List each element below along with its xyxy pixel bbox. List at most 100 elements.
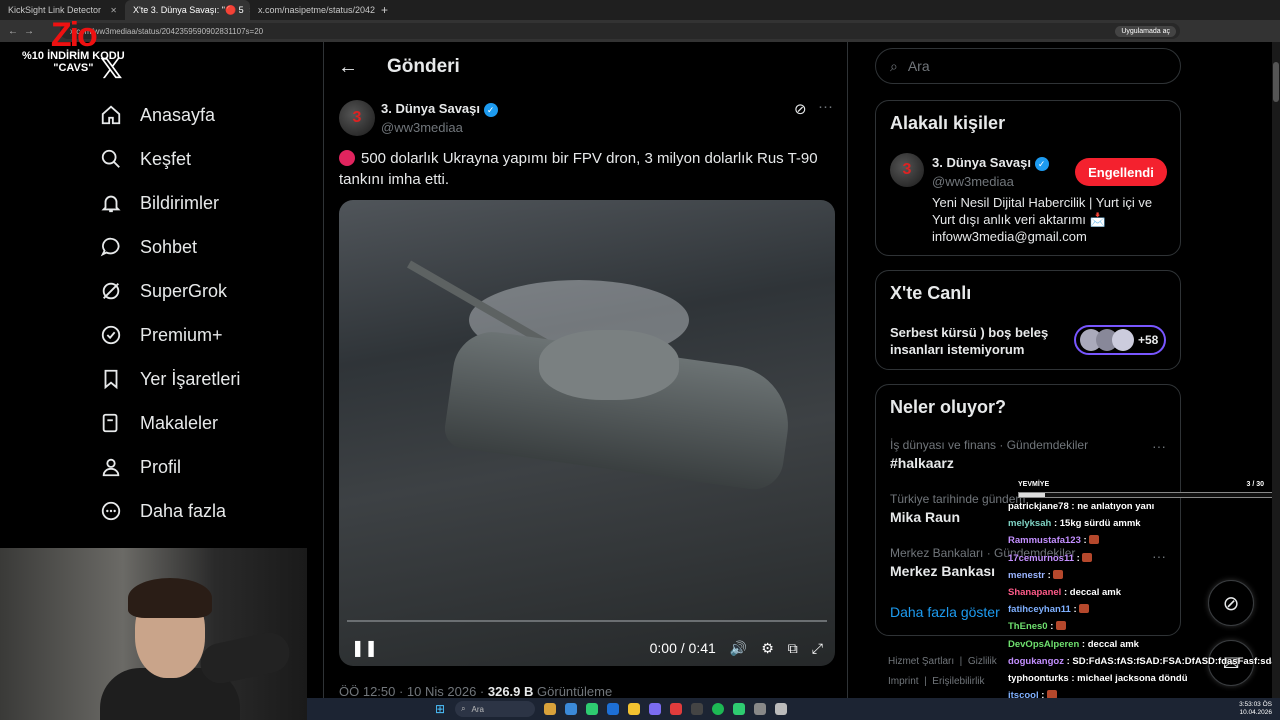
stream-sponsor-logo: Zio %10 İNDİRİM KODU "CAVS" <box>22 16 125 74</box>
chat-emote-icon <box>1082 552 1093 562</box>
more-options-icon[interactable]: ··· <box>818 98 833 115</box>
articles-icon <box>100 412 122 434</box>
author-handle[interactable]: @ww3mediaa <box>381 120 463 135</box>
nav-articles[interactable]: Makaleler <box>100 412 218 434</box>
trend-item[interactable]: #halkaarz <box>890 455 954 471</box>
edge-icon[interactable] <box>607 703 620 715</box>
home-icon <box>100 104 122 126</box>
nav-chat[interactable]: Sohbet <box>100 236 197 258</box>
red-circle-icon <box>339 150 355 166</box>
volume-icon[interactable]: 🔊 <box>730 640 747 657</box>
verified-badge-icon: ✓ <box>483 102 498 117</box>
chat-message: Shanapanel : deccal amk <box>1008 587 1122 598</box>
app-icon[interactable] <box>670 703 683 715</box>
video-progress-bar[interactable] <box>347 620 827 622</box>
chat-message: DevOpsAlperen : deccal amk <box>1008 638 1139 650</box>
search-icon <box>100 148 122 170</box>
browser-tab-active[interactable]: X'te 3. Dünya Savaşı: "🔴 5✕ <box>125 0 250 20</box>
nav-notifications[interactable]: Bildirimler <box>100 192 219 214</box>
chat-emote-icon <box>1089 535 1100 545</box>
open-in-app-button[interactable]: Uygulamada aç <box>1115 25 1176 37</box>
person-icon <box>100 456 122 478</box>
related-name[interactable]: 3. Dünya Savaşı ✓ <box>932 155 1049 171</box>
terms-link[interactable]: Hizmet Şartları <box>888 656 954 667</box>
chat-message: patrickjane78 : ne anlatıyon yanı <box>1008 501 1155 512</box>
nav-more[interactable]: Daha fazla <box>100 500 226 522</box>
app-icon[interactable] <box>733 703 746 715</box>
grok-icon[interactable]: ⊘ <box>794 100 807 118</box>
post-meta: ÖÖ 12:50 · 10 Nis 2026 · 326.9 B Görüntü… <box>339 684 613 699</box>
accessibility-link[interactable]: Erişilebilirlik <box>932 676 984 687</box>
author-name[interactable]: 3. Dünya Savaşı ✓ <box>381 101 498 117</box>
close-icon[interactable]: ✕ <box>110 6 117 15</box>
url-field[interactable]: x.com/ww3mediaa/status/20423595909028311… <box>60 23 1180 39</box>
trend-item[interactable]: Merkez Bankası <box>890 563 995 579</box>
chat-username[interactable]: patrickjane78 <box>1008 501 1069 512</box>
app-icon[interactable] <box>754 703 767 715</box>
settings-icon[interactable]: ⚙ <box>761 640 774 657</box>
spotify-icon[interactable] <box>712 703 725 715</box>
privacy-link[interactable]: Gizlilik <box>968 656 997 667</box>
folder-icon[interactable] <box>628 703 641 715</box>
browser-tab[interactable]: x.com/nasipetme/status/20423✕ <box>250 0 375 20</box>
chat-username[interactable]: fatihceyhan11 <box>1008 604 1071 615</box>
back-arrow-icon[interactable]: ← <box>338 56 358 79</box>
nav-premium[interactable]: Premium+ <box>100 324 223 346</box>
chat-username[interactable]: dogukangoz <box>1008 656 1064 667</box>
nav-home[interactable]: Anasayfa <box>100 104 215 126</box>
chrome-icon[interactable] <box>586 703 599 715</box>
page-scrollbar[interactable] <box>1272 42 1280 698</box>
windows-start-icon[interactable]: ⊞ <box>435 702 445 716</box>
live-card[interactable]: X'te Canlı Serbest kürsü ) boş beleş ins… <box>875 270 1181 370</box>
post-column: ← Gönderi 3 3. Dünya Savaşı ✓ @ww3mediaa… <box>323 42 848 720</box>
chat-emote-icon <box>1056 621 1067 631</box>
pip-icon[interactable]: ⧉ <box>788 640 798 657</box>
nav-profile[interactable]: Profil <box>100 456 181 478</box>
app-icon[interactable] <box>691 703 704 715</box>
chat-username[interactable]: Shanapanel <box>1008 587 1061 598</box>
avatar <box>1112 329 1134 351</box>
fullscreen-icon[interactable]: ⤢ <box>812 640 823 657</box>
video-player[interactable]: ❚❚ 0:00 / 0:41 🔊 ⚙ ⧉ ⤢ <box>339 200 835 666</box>
chat-username[interactable]: melyksah <box>1008 518 1051 529</box>
live-listeners[interactable]: +58 <box>1074 325 1166 355</box>
discord-icon[interactable] <box>649 703 662 715</box>
taskbar-clock[interactable]: 3:53:03 ÖS 10.04.2026 <box>1239 701 1272 717</box>
back-icon[interactable]: ← <box>8 26 18 37</box>
video-time: 0:00 / 0:41 <box>649 640 716 656</box>
chat-message: 17cemurnos11 : <box>1008 552 1093 564</box>
chat-username[interactable]: ThEnes0 <box>1008 621 1048 632</box>
chat-message: typhoonturks : michael jacksona döndü <box>1008 673 1188 684</box>
new-tab-button[interactable]: + <box>381 3 388 17</box>
chat-username[interactable]: Rammustafa123 <box>1008 535 1081 546</box>
chat-emote-icon <box>1079 604 1090 614</box>
page-title: Gönderi <box>387 56 460 77</box>
taskbar-search[interactable]: ⌕ Ara <box>455 701 536 717</box>
nav-bookmarks[interactable]: Yer İşaretleri <box>100 368 240 390</box>
chat-username[interactable]: DevOpsAlperen <box>1008 639 1079 650</box>
search-input[interactable]: ⌕ Ara <box>875 48 1181 84</box>
chat-username[interactable]: menestr <box>1008 570 1045 581</box>
chat-username[interactable]: typhoonturks <box>1008 673 1069 684</box>
streamer-webcam <box>0 548 307 720</box>
chat-message: Rammustafa123 : <box>1008 535 1100 546</box>
pause-icon[interactable]: ❚❚ <box>351 638 378 658</box>
blocked-button[interactable]: Engellendi <box>1075 158 1167 186</box>
imprint-link[interactable]: Imprint <box>888 676 919 687</box>
chat-username[interactable]: 17cemurnos11 <box>1008 553 1074 564</box>
app-icon[interactable] <box>565 703 578 715</box>
author-avatar[interactable]: 3 <box>339 100 375 136</box>
microphone-arm <box>196 629 294 687</box>
nav-explore[interactable]: Keşfet <box>100 148 191 170</box>
verified-badge-icon: ✓ <box>1034 156 1049 171</box>
show-more-link[interactable]: Daha fazla göster <box>890 604 1000 620</box>
address-bar: ← → x.com/ww3mediaa/status/2042359590902… <box>0 20 1280 42</box>
app-icon[interactable] <box>544 703 557 715</box>
bookmark-icon <box>100 368 122 390</box>
nav-supergrok[interactable]: SuperGrok <box>100 280 227 302</box>
trend-item[interactable]: Mika Raun <box>890 509 960 525</box>
more-options-icon[interactable]: ··· <box>1152 438 1166 454</box>
app-icon[interactable] <box>775 703 788 715</box>
grok-icon <box>100 280 122 302</box>
related-avatar[interactable]: 3 <box>890 153 924 187</box>
